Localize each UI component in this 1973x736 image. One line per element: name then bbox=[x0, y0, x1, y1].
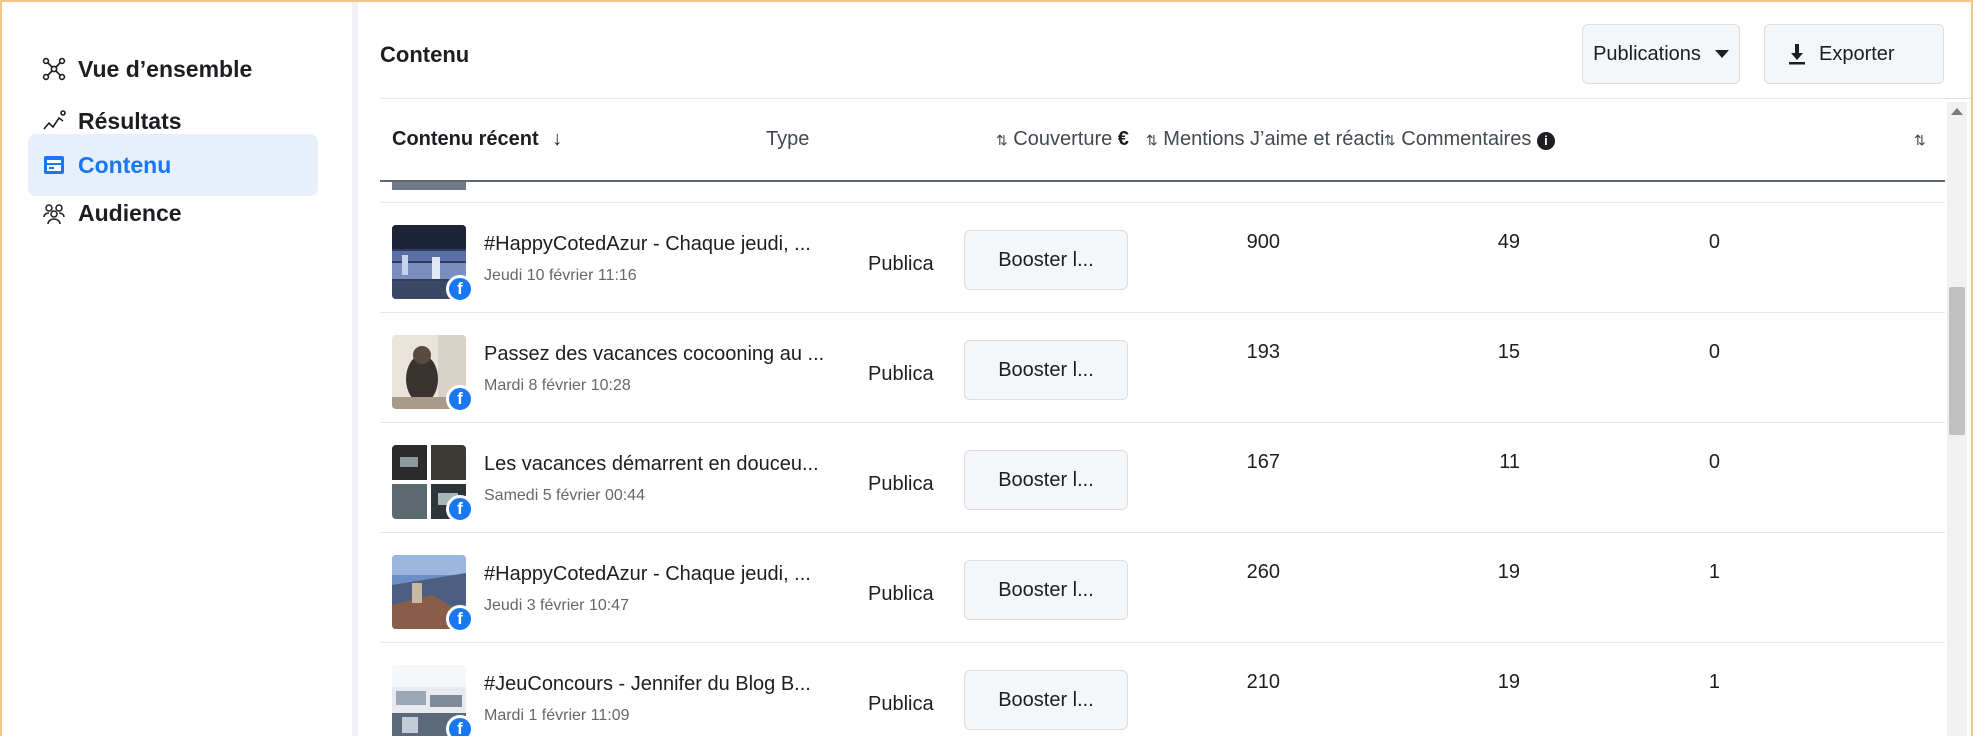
reactions-value: 15 bbox=[1497, 341, 1520, 363]
col-reach[interactable]: ⇅ Couverture € bbox=[996, 128, 1129, 151]
boost-button[interactable]: Booster l... bbox=[964, 230, 1128, 290]
reach-value: 260 bbox=[1246, 561, 1280, 583]
post-title[interactable]: Les vacances démarrent en douceu... bbox=[484, 453, 819, 476]
col-reactions-label: Mentions J’aime et réacti bbox=[1163, 128, 1385, 150]
audience-icon bbox=[40, 199, 68, 227]
results-icon bbox=[40, 107, 68, 135]
table-row[interactable]: f #HappyCotedAzur - Chaque jeudi, ... Je… bbox=[380, 203, 1945, 311]
col-recent-label: Contenu récent bbox=[392, 128, 539, 150]
info-icon: i bbox=[1536, 132, 1555, 150]
table-row[interactable]: f Passez des vacances cocooning au ... M… bbox=[380, 313, 1945, 421]
sidebar-item-label: Audience bbox=[78, 199, 182, 226]
post-date: Samedi 5 février 00:44 bbox=[484, 487, 645, 504]
post-thumbnail bbox=[392, 182, 466, 190]
publications-label: Publications bbox=[1593, 42, 1701, 65]
reach-value: 900 bbox=[1246, 231, 1280, 253]
post-type: Publica bbox=[868, 473, 934, 495]
col-comments-label: Commentaires bbox=[1401, 128, 1532, 150]
reach-value: 210 bbox=[1246, 671, 1280, 693]
post-date: Mardi 1 février 11:09 bbox=[484, 707, 630, 724]
paid-reach-icon: € bbox=[1117, 128, 1129, 150]
facebook-icon: f bbox=[446, 605, 474, 633]
sort-icon: ⇅ bbox=[1146, 132, 1158, 148]
post-type: Publica bbox=[868, 583, 934, 605]
download-icon bbox=[1787, 43, 1807, 65]
table-row[interactable]: f #HappyCotedAzur - Chaque jeudi, ... Je… bbox=[380, 533, 1945, 641]
overview-icon bbox=[40, 55, 68, 83]
header-divider bbox=[380, 98, 1971, 99]
reach-value: 167 bbox=[1246, 451, 1280, 473]
comments-value: 0 bbox=[1708, 231, 1720, 253]
facebook-icon: f bbox=[446, 385, 474, 413]
table-header: Contenu récent ↓ Type ⇅ Couverture € ⇅ M… bbox=[380, 102, 1945, 182]
post-title[interactable]: #HappyCotedAzur - Chaque jeudi, ... bbox=[484, 233, 811, 256]
reach-value: 193 bbox=[1246, 341, 1280, 363]
export-label: Exporter bbox=[1819, 42, 1895, 65]
post-type: Publica bbox=[868, 253, 934, 275]
table-header-divider bbox=[380, 180, 1945, 182]
publications-dropdown[interactable]: Publications bbox=[1582, 24, 1740, 84]
sort-icon[interactable]: ⇅ bbox=[1914, 128, 1926, 151]
table-row[interactable]: f Les vacances démarrent en douceu... Sa… bbox=[380, 423, 1945, 531]
reactions-value: 11 bbox=[1499, 451, 1520, 473]
post-date: Jeudi 10 février 11:16 bbox=[484, 267, 637, 284]
caret-down-icon bbox=[1714, 50, 1729, 58]
post-type: Publica bbox=[868, 693, 934, 715]
post-title[interactable]: #HappyCotedAzur - Chaque jeudi, ... bbox=[484, 563, 811, 586]
post-title[interactable]: #JeuConcours - Jennifer du Blog B... bbox=[484, 673, 811, 696]
reactions-value: 19 bbox=[1497, 561, 1520, 583]
boost-button[interactable]: Booster l... bbox=[964, 450, 1128, 510]
col-recent-content[interactable]: Contenu récent ↓ bbox=[392, 128, 562, 151]
boost-button[interactable]: Booster l... bbox=[964, 560, 1128, 620]
comments-value: 1 bbox=[1708, 561, 1720, 583]
content-icon bbox=[40, 151, 68, 179]
table-row[interactable]: f #JeuConcours - Jennifer du Blog B... M… bbox=[380, 643, 1945, 736]
reactions-value: 49 bbox=[1497, 231, 1520, 253]
export-button[interactable]: Exporter bbox=[1764, 24, 1944, 84]
col-reactions[interactable]: ⇅ Mentions J’aime et réacti bbox=[1146, 128, 1385, 151]
sidebar-item-label: Vue d’ensemble bbox=[78, 55, 253, 82]
sidebar-item-audience[interactable]: Audience bbox=[28, 182, 318, 244]
post-date: Jeudi 3 février 10:47 bbox=[484, 597, 629, 614]
col-reach-label: Couverture bbox=[1013, 128, 1113, 150]
scrollbar-thumb[interactable] bbox=[1949, 287, 1965, 435]
facebook-icon: f bbox=[446, 715, 474, 736]
post-date: Mardi 8 février 10:28 bbox=[484, 377, 631, 394]
scroll-up-icon[interactable] bbox=[1951, 108, 1963, 115]
sidebar-item-label: Contenu bbox=[78, 151, 172, 178]
boost-button[interactable]: Booster l... bbox=[964, 340, 1128, 400]
facebook-icon: f bbox=[446, 275, 474, 303]
boost-button[interactable]: Booster l... bbox=[964, 670, 1128, 730]
sort-icon: ⇅ bbox=[996, 132, 1008, 148]
main-panel: Contenu Publications Exporter Contenu ré… bbox=[358, 2, 1971, 736]
comments-value: 0 bbox=[1708, 341, 1720, 363]
arrow-down-icon: ↓ bbox=[552, 128, 563, 150]
sort-icon: ⇅ bbox=[1384, 132, 1396, 148]
col-comments[interactable]: ⇅ Commentaires i bbox=[1384, 128, 1555, 151]
col-type[interactable]: Type bbox=[766, 128, 809, 151]
sidebar: Vue d’ensemble Résultats Contenu Audienc… bbox=[2, 2, 352, 736]
reactions-value: 19 bbox=[1497, 671, 1520, 693]
post-type: Publica bbox=[868, 363, 934, 385]
sidebar-item-label: Résultats bbox=[78, 107, 182, 134]
comments-value: 1 bbox=[1708, 671, 1720, 693]
page-title: Contenu bbox=[380, 42, 470, 67]
comments-value: 0 bbox=[1708, 451, 1720, 473]
facebook-icon: f bbox=[446, 495, 474, 523]
post-title[interactable]: Passez des vacances cocooning au ... bbox=[484, 343, 824, 366]
